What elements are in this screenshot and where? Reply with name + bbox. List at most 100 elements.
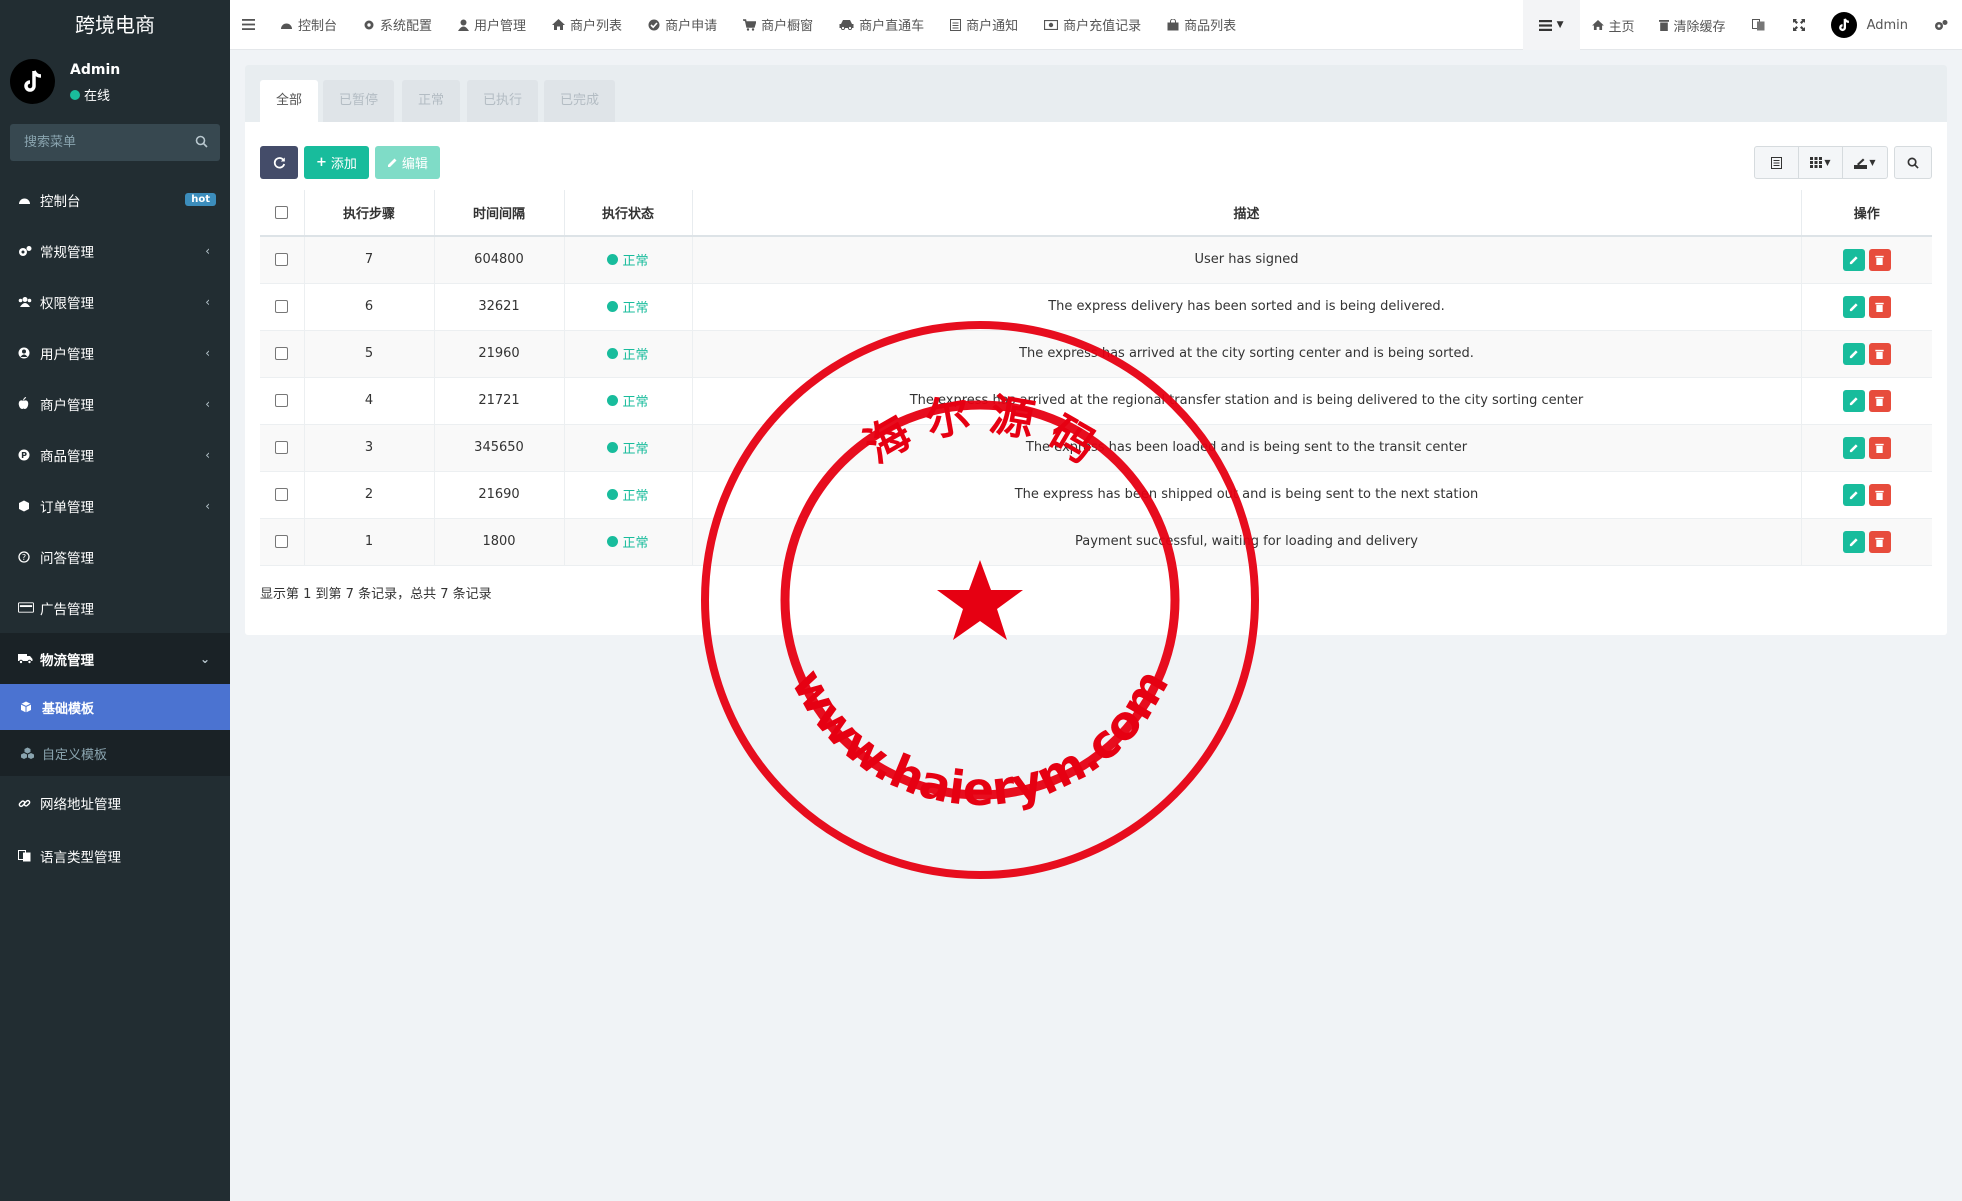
avatar	[10, 59, 55, 104]
topnav-merchant-apply[interactable]: 商户申请	[635, 0, 730, 50]
sidebar-item-merchants[interactable]: 商户管理 ‹	[0, 378, 230, 429]
refresh-icon	[273, 157, 285, 169]
topnav-merchant-notice[interactable]: 商户通知	[937, 0, 1031, 50]
chevron-left-icon: ‹	[205, 294, 210, 309]
status-badge[interactable]: 正常	[607, 297, 649, 316]
sidebar-item-custom-template[interactable]: 自定义模板	[0, 730, 230, 776]
row-edit-button[interactable]	[1842, 295, 1865, 318]
multi-nav-dropdown[interactable]: ▼	[1522, 0, 1580, 50]
sidebar-item-general[interactable]: 常规管理 ‹	[0, 225, 230, 276]
row-delete-button[interactable]	[1868, 342, 1891, 365]
status-badge[interactable]: 正常	[607, 532, 649, 551]
row-edit-button[interactable]	[1842, 530, 1865, 553]
sidebar-item-ads[interactable]: 广告管理	[0, 582, 230, 633]
tab-all[interactable]: 全部	[260, 80, 319, 122]
row-edit-button[interactable]	[1842, 483, 1865, 506]
sidebar-item-orders[interactable]: 订单管理 ‹	[0, 480, 230, 531]
row-checkbox[interactable]	[275, 488, 289, 501]
row-actions	[1842, 483, 1891, 506]
row-edit-button[interactable]	[1842, 436, 1865, 459]
add-button[interactable]: + 添加	[304, 146, 369, 179]
row-delete-button[interactable]	[1868, 295, 1891, 318]
avatar	[1830, 12, 1857, 38]
clear-cache-button[interactable]: 清除缓存	[1647, 0, 1738, 50]
topnav-system-config[interactable]: 系统配置	[350, 0, 445, 50]
status-dot-icon	[607, 489, 619, 500]
step-cell: 2	[304, 471, 435, 519]
sidebar-item-dashboard[interactable]: 控制台 hot	[0, 174, 230, 225]
sidebar-toggle-button[interactable]	[230, 0, 267, 50]
row-edit-button[interactable]	[1842, 342, 1865, 365]
row-checkbox[interactable]	[275, 535, 289, 548]
status-badge[interactable]: 正常	[607, 250, 649, 269]
row-checkbox[interactable]	[275, 394, 289, 407]
cogs-icon	[18, 245, 34, 257]
edit-button[interactable]: 编辑	[374, 146, 440, 179]
table-row: 2 21690 正常 The express has been shipped …	[260, 471, 1932, 519]
svg-text:P: P	[21, 451, 27, 460]
row-checkbox[interactable]	[275, 300, 289, 313]
interval-cell: 1800	[434, 518, 565, 566]
sidebar-item-language-type[interactable]: 语言类型管理	[0, 830, 230, 881]
row-edit-button[interactable]	[1842, 389, 1865, 412]
search-icon[interactable]	[195, 135, 208, 152]
menu-search-input[interactable]	[10, 124, 180, 161]
tab-executed[interactable]: 已执行	[467, 80, 539, 122]
topnav-product-list[interactable]: 商品列表	[1154, 0, 1249, 50]
refresh-button[interactable]	[260, 146, 298, 179]
column-header[interactable]: 执行状态	[564, 190, 693, 237]
export-dropdown[interactable]: ▼	[1843, 147, 1887, 178]
status-badge[interactable]: 正常	[607, 391, 649, 410]
row-edit-button[interactable]	[1842, 248, 1865, 271]
status-badge[interactable]: 正常	[607, 438, 649, 457]
sidebar-item-basic-template[interactable]: 基础模板	[0, 684, 230, 730]
sidebar-item-network-address[interactable]: 网络地址管理	[0, 776, 230, 830]
column-header[interactable]: 描述	[692, 190, 1802, 237]
tab-paused[interactable]: 已暂停	[323, 80, 395, 122]
row-delete-button[interactable]	[1868, 436, 1891, 459]
columns-dropdown[interactable]: ▼	[1799, 147, 1843, 178]
sidebar-item-users[interactable]: 用户管理 ‹	[0, 327, 230, 378]
topnav-user-management[interactable]: 用户管理	[445, 0, 539, 50]
topnav-merchant-showcase[interactable]: 商户橱窗	[730, 0, 826, 50]
sidebar-item-products[interactable]: P 商品管理 ‹	[0, 429, 230, 480]
select-all-checkbox[interactable]	[275, 206, 289, 219]
tab-completed[interactable]: 已完成	[544, 80, 616, 122]
row-delete-button[interactable]	[1868, 483, 1891, 506]
check-circle-icon	[648, 19, 660, 30]
pencil-icon	[1849, 490, 1858, 499]
admin-user-menu[interactable]: Admin	[1819, 0, 1920, 50]
topnav-merchant-express[interactable]: 商户直通车	[826, 0, 937, 50]
topnav-merchant-recharge[interactable]: 商户充值记录	[1031, 0, 1154, 50]
step-cell: 7	[304, 236, 435, 284]
sidebar-item-auth[interactable]: 权限管理 ‹	[0, 276, 230, 327]
fullscreen-button[interactable]	[1779, 0, 1819, 50]
sidebar-item-qa[interactable]: ? 问答管理	[0, 531, 230, 582]
trash-icon	[1875, 443, 1884, 453]
row-delete-button[interactable]	[1868, 389, 1891, 412]
caret-down-icon: ▼	[1556, 20, 1564, 30]
home-icon	[1591, 20, 1604, 30]
home-link[interactable]: 主页	[1580, 0, 1647, 50]
status-label: 正常	[622, 536, 649, 551]
row-delete-button[interactable]	[1868, 530, 1891, 553]
settings-button[interactable]	[1920, 0, 1962, 50]
row-checkbox[interactable]	[275, 347, 289, 360]
topnav-label: 商户直通车	[859, 19, 925, 34]
table-search-button[interactable]	[1894, 146, 1932, 179]
row-checkbox[interactable]	[275, 253, 289, 267]
toggle-view-button[interactable]	[1755, 147, 1799, 178]
status-badge[interactable]: 正常	[607, 344, 649, 363]
language-switch-button[interactable]	[1738, 0, 1779, 50]
topnav-dashboard[interactable]: 控制台	[267, 0, 350, 50]
row-actions	[1842, 436, 1891, 459]
row-checkbox[interactable]	[275, 441, 289, 454]
column-header[interactable]: 执行步骤	[304, 190, 435, 237]
column-header[interactable]: 时间间隔	[434, 190, 565, 237]
topnav-merchant-list[interactable]: 商户列表	[539, 0, 635, 50]
status-badge[interactable]: 正常	[607, 485, 649, 504]
tab-normal[interactable]: 正常	[402, 80, 461, 122]
brand-logo[interactable]: 跨境电商	[0, 0, 230, 50]
row-delete-button[interactable]	[1868, 248, 1891, 271]
sidebar-item-logistics[interactable]: 物流管理 ⌄	[0, 633, 230, 684]
